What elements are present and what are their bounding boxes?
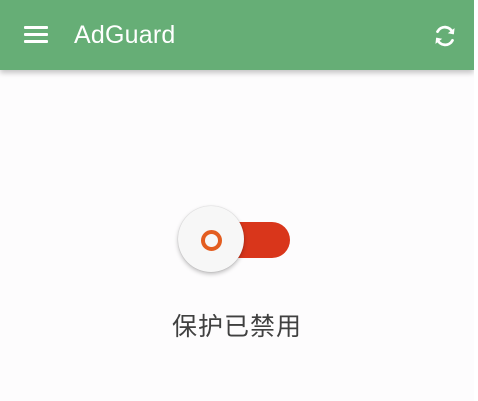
ring-icon	[201, 230, 222, 251]
protection-status-label: 保护已禁用	[171, 312, 302, 341]
protection-toggle[interactable]	[176, 205, 294, 275]
toolbar: AdGuard	[0, 0, 474, 70]
refresh-icon[interactable]	[431, 22, 459, 50]
toggle-knob	[178, 206, 244, 272]
screen-edge	[474, 0, 478, 401]
app-screen: AdGuard 保护已禁用	[0, 0, 478, 401]
app-title: AdGuard	[74, 21, 176, 49]
hamburger-menu-icon[interactable]	[24, 24, 48, 44]
main-content: 保护已禁用	[0, 70, 474, 401]
